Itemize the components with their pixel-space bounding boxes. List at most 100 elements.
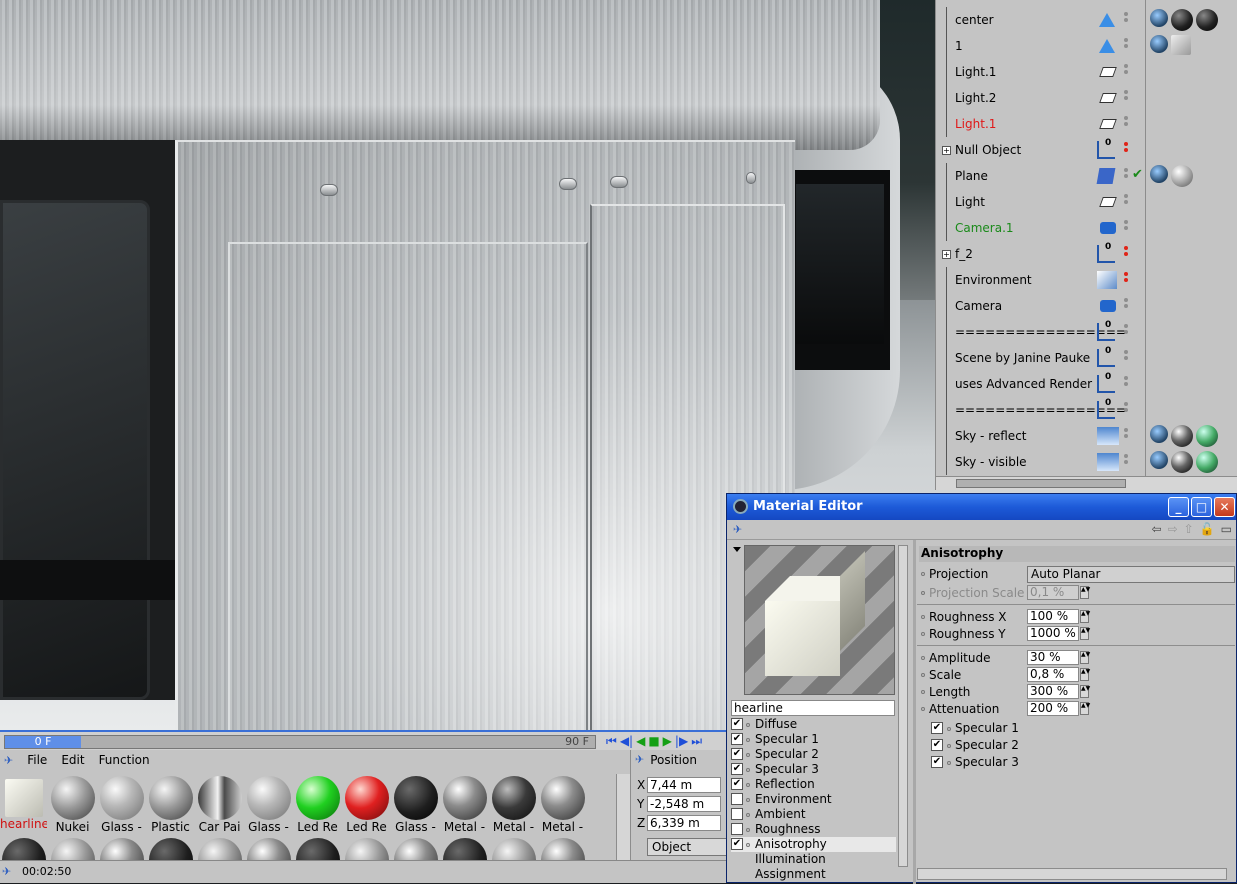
- visibility-dots[interactable]: [1123, 62, 1129, 82]
- material-swatch[interactable]: Car Pai: [196, 774, 243, 834]
- material-swatch[interactable]: Nukei: [49, 774, 96, 834]
- channel-item[interactable]: ✔ Specular 1: [731, 732, 896, 747]
- up-arrow-icon[interactable]: ⇧: [1184, 522, 1194, 536]
- object-list[interactable]: center 1 Light.1 Light.2 Light.1 + Null Object…: [936, 7, 1237, 475]
- attenuation-input[interactable]: 200 %: [1027, 701, 1079, 716]
- material-swatch[interactable]: [196, 836, 243, 860]
- teapot-tag-icon[interactable]: [1150, 9, 1168, 27]
- material-swatch[interactable]: Plastic: [147, 774, 194, 834]
- projection-scale-input[interactable]: 0,1 %: [1027, 585, 1079, 600]
- channel-item[interactable]: Illumination: [731, 852, 896, 867]
- object-row[interactable]: Scene by Janine Pauke 0: [936, 345, 1237, 371]
- visibility-dots[interactable]: [1123, 296, 1129, 316]
- channel-item[interactable]: ✔ Specular 2: [731, 747, 896, 762]
- channel-item[interactable]: ✔ Diffuse: [731, 717, 896, 732]
- pin-icon[interactable]: ✈: [635, 753, 644, 767]
- material-swatch[interactable]: [147, 836, 194, 860]
- object-row[interactable]: Sky - visible: [936, 449, 1237, 475]
- material-editor-window[interactable]: Material Editor _ □ ✕ ✈ ⇦ ⇨ ⇧ 🔓 ▭ hearli…: [726, 493, 1237, 884]
- channel-item[interactable]: Assignment: [731, 867, 896, 882]
- length-input[interactable]: 300 %: [1027, 684, 1079, 699]
- material-swatch[interactable]: Glass -: [245, 774, 292, 834]
- visibility-dots[interactable]: [1123, 244, 1129, 264]
- collapse-triangle-icon[interactable]: [733, 547, 741, 552]
- play-backward-icon[interactable]: ◀: [636, 734, 645, 749]
- teapot-tag-icon[interactable]: [1150, 451, 1168, 469]
- channel-checkbox[interactable]: ✔: [731, 838, 743, 850]
- projection-select[interactable]: Auto Planar: [1027, 566, 1235, 583]
- material-swatch[interactable]: Led Re: [343, 774, 390, 834]
- object-row[interactable]: uses Advanced Render 0: [936, 371, 1237, 397]
- back-arrow-icon[interactable]: ⇦: [1152, 522, 1162, 536]
- channel-item[interactable]: ✔ Specular 3: [731, 762, 896, 777]
- channel-item[interactable]: Environment: [731, 792, 896, 807]
- visibility-dots[interactable]: [1123, 452, 1129, 472]
- amplitude-spinner[interactable]: ▲▼: [1080, 651, 1090, 664]
- object-row[interactable]: ================= 0: [936, 319, 1237, 345]
- mat-sky-tag-icon[interactable]: [1171, 451, 1193, 473]
- channel-checkbox[interactable]: ✔: [731, 733, 743, 745]
- mat-sky-tag-icon[interactable]: [1171, 425, 1193, 447]
- projection-scale-spinner[interactable]: ▲▼: [1080, 586, 1090, 599]
- stop-icon[interactable]: ■: [648, 734, 659, 749]
- mat-green-tag-icon[interactable]: [1196, 425, 1218, 447]
- visibility-dots[interactable]: [1123, 36, 1129, 56]
- visibility-dots[interactable]: [1123, 166, 1129, 186]
- material-swatch[interactable]: Metal -: [539, 774, 586, 834]
- material-swatch[interactable]: [98, 836, 145, 860]
- mat-dark-tag-icon[interactable]: [1196, 9, 1218, 31]
- object-row[interactable]: Sky - reflect: [936, 423, 1237, 449]
- menu-function[interactable]: Function: [99, 753, 150, 767]
- material-swatch[interactable]: Led Re: [294, 774, 341, 834]
- minimize-button[interactable]: _: [1168, 497, 1189, 517]
- teapot-tag-icon[interactable]: [1150, 35, 1168, 53]
- timeline[interactable]: 0 F 90 F ⏮ ◀| ◀ ■ ▶ |▶ ⏭: [0, 730, 727, 750]
- close-button[interactable]: ✕: [1214, 497, 1235, 517]
- teapot-tag-icon[interactable]: [1150, 425, 1168, 443]
- material-preview[interactable]: [744, 545, 895, 695]
- next-key-icon[interactable]: |▶: [675, 734, 688, 749]
- coord-x-input[interactable]: 7,44 m: [647, 777, 721, 793]
- object-row[interactable]: 1: [936, 33, 1237, 59]
- material-editor-titlebar[interactable]: Material Editor _ □ ✕: [727, 494, 1236, 520]
- previous-key-icon[interactable]: ◀|: [620, 734, 633, 749]
- scale-spinner[interactable]: ▲▼: [1080, 668, 1090, 681]
- play-forward-icon[interactable]: ▶: [663, 734, 672, 749]
- material-swatch[interactable]: Glass -: [98, 774, 145, 834]
- pin-icon[interactable]: ✈: [733, 523, 742, 536]
- menu-file[interactable]: File: [27, 753, 47, 767]
- visibility-dots[interactable]: [1123, 400, 1129, 420]
- pin-icon[interactable]: ✈: [2, 865, 11, 878]
- visibility-dots[interactable]: [1123, 270, 1129, 290]
- channel-item[interactable]: ✔ Reflection: [731, 777, 896, 792]
- visibility-dots[interactable]: [1123, 10, 1129, 30]
- visibility-dots[interactable]: [1123, 218, 1129, 238]
- coord-z-input[interactable]: 6,339 m: [647, 815, 721, 831]
- material-swatch[interactable]: [343, 836, 390, 860]
- window-icon[interactable]: ▭: [1221, 522, 1232, 536]
- object-manager[interactable]: center 1 Light.1 Light.2 Light.1 + Null Object…: [935, 0, 1237, 490]
- material-grid[interactable]: hearline Nukei Glass - Plastic Car Pai Glass …: [0, 774, 616, 860]
- object-row[interactable]: + f_2 0: [936, 241, 1237, 267]
- mat-green-tag-icon[interactable]: [1196, 451, 1218, 473]
- length-spinner[interactable]: ▲▼: [1080, 685, 1090, 698]
- object-row[interactable]: Light: [936, 189, 1237, 215]
- material-scrollbar[interactable]: [616, 774, 630, 860]
- object-row[interactable]: Light.1: [936, 111, 1237, 137]
- object-row[interactable]: Light.2: [936, 85, 1237, 111]
- visibility-dots[interactable]: [1123, 426, 1129, 446]
- object-row[interactable]: center: [936, 7, 1237, 33]
- current-frame[interactable]: 0 F: [5, 736, 81, 748]
- material-swatch[interactable]: hearline: [0, 774, 47, 834]
- go-to-start-icon[interactable]: ⏮: [606, 734, 617, 749]
- roughness-x-spinner[interactable]: ▲▼: [1080, 610, 1090, 623]
- forward-arrow-icon[interactable]: ⇨: [1168, 522, 1178, 536]
- channel-checkbox[interactable]: [731, 823, 743, 835]
- material-swatch[interactable]: Metal -: [441, 774, 488, 834]
- mat-dark-tag-icon[interactable]: [1171, 9, 1193, 31]
- teapot-tag-icon[interactable]: [1150, 165, 1168, 183]
- object-row[interactable]: Environment: [936, 267, 1237, 293]
- panel-divider[interactable]: [913, 540, 916, 884]
- channel-checkbox[interactable]: [731, 793, 743, 805]
- visibility-dots[interactable]: [1123, 322, 1129, 342]
